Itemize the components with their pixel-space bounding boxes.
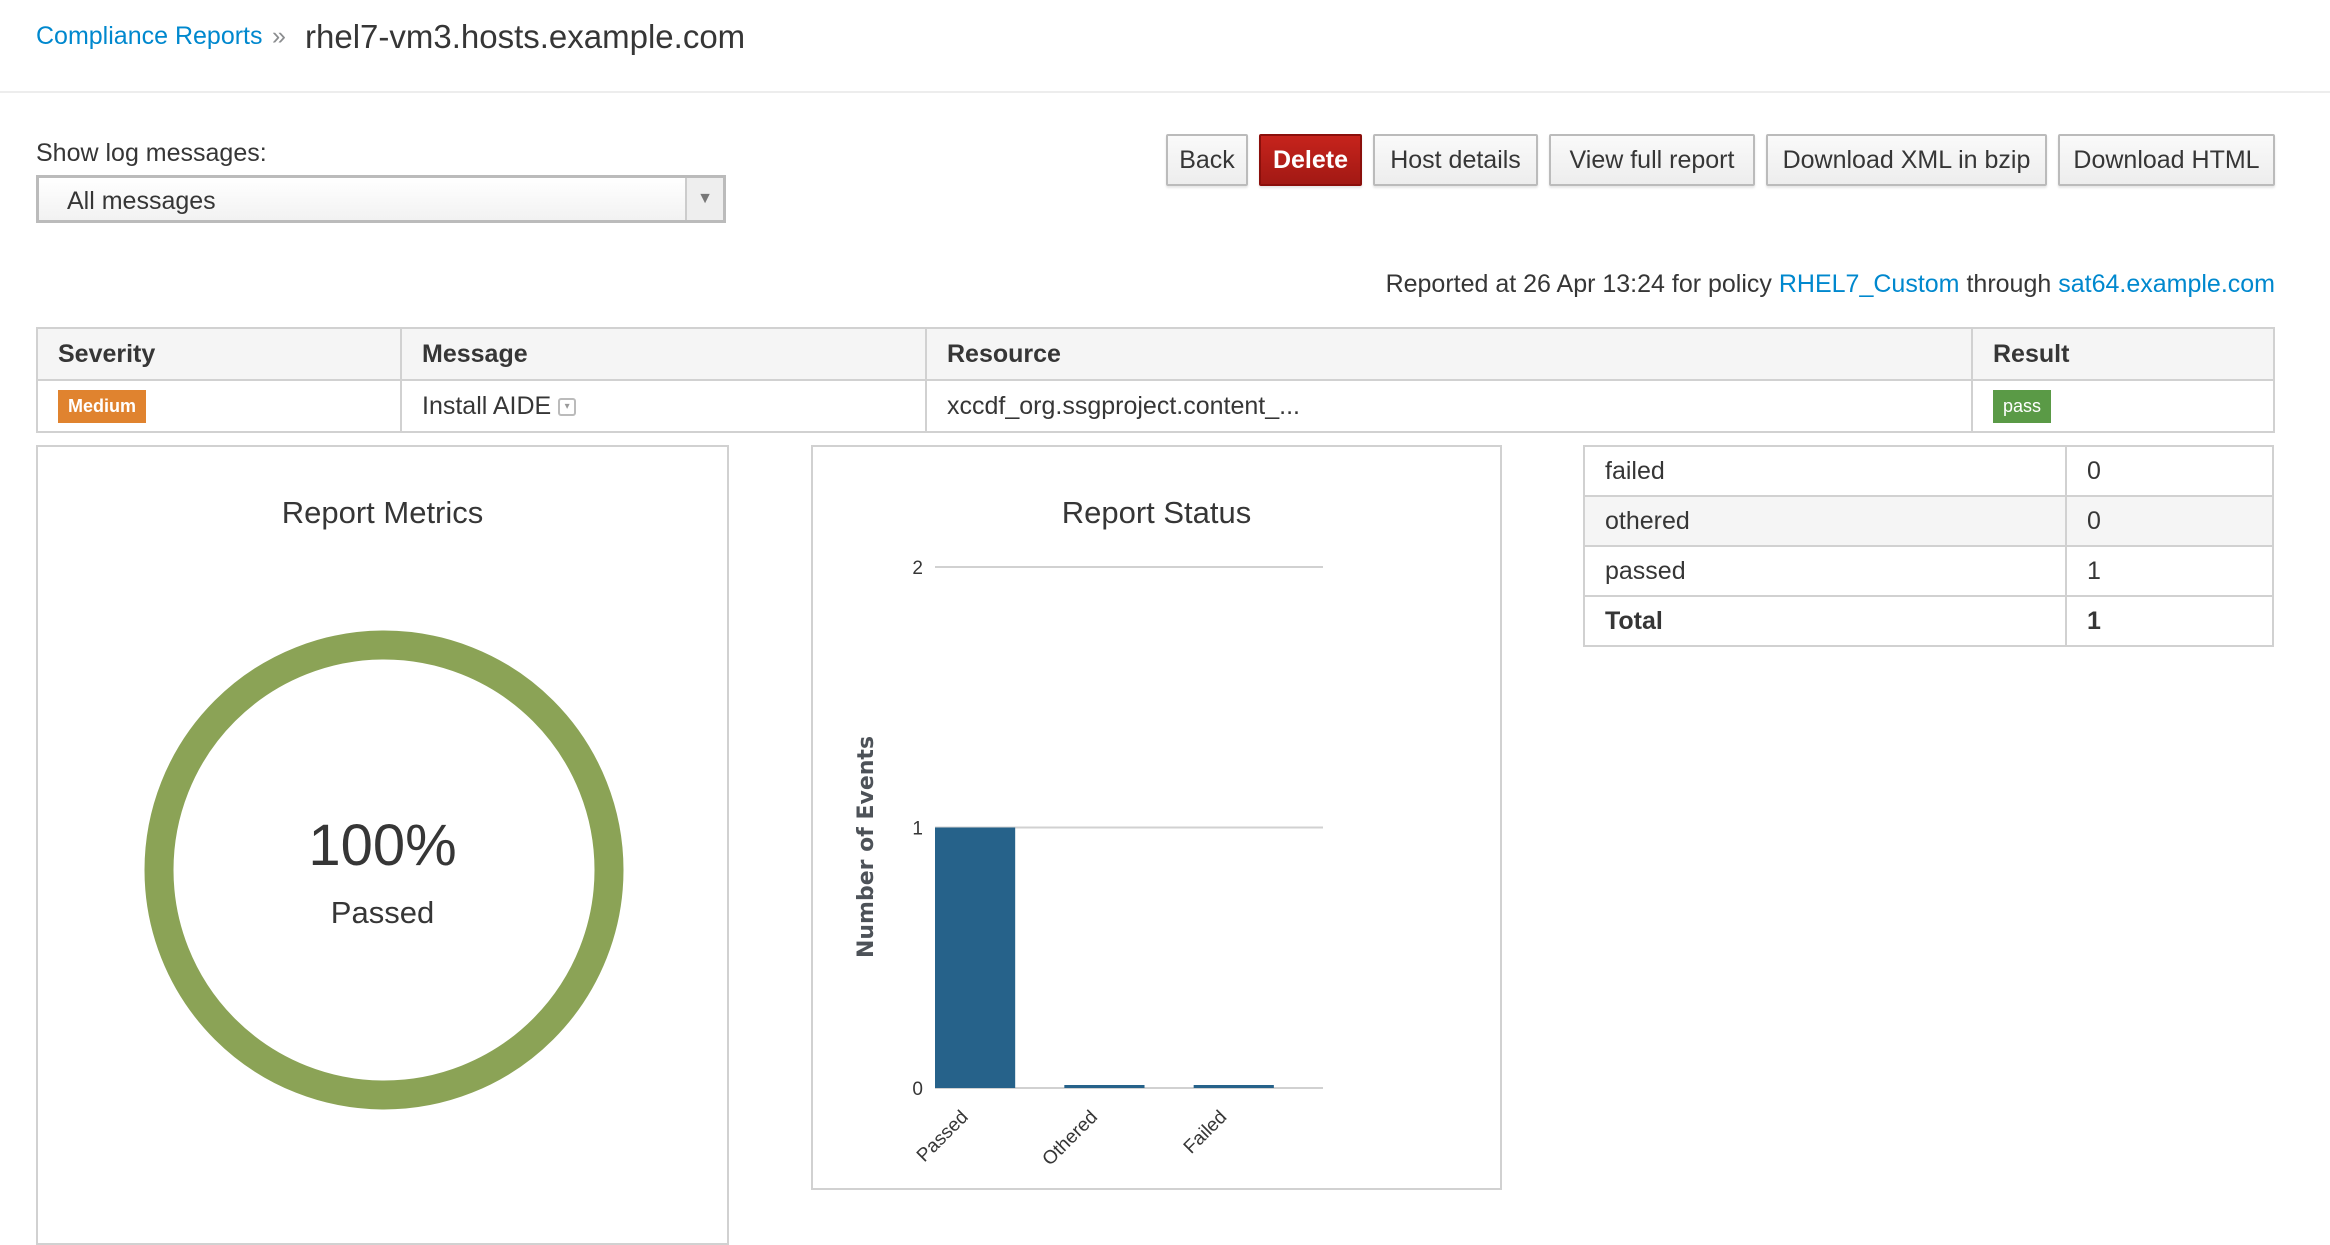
log-filter-label: Show log messages: <box>36 139 267 167</box>
report-info-prefix: Reported at 26 Apr 13:24 for policy <box>1385 270 1772 298</box>
donut-percent: 100% <box>308 813 457 878</box>
bar-passed <box>935 827 1016 1088</box>
page-title: rhel7-vm3.hosts.example.com <box>305 18 746 55</box>
table-header-row: Severity Message Resource Result <box>36 327 2275 381</box>
y-tick-label: 0 <box>912 1079 923 1100</box>
summary-row: failed 0 <box>1583 445 2274 497</box>
download-html-button[interactable]: Download HTML <box>2058 134 2275 186</box>
policy-link[interactable]: RHEL7_Custom <box>1779 270 1960 298</box>
summary-value: 1 <box>2065 545 2274 597</box>
x-tick-label: Passed <box>913 1107 973 1167</box>
table-row: Medium Install AIDE ▾ xccdf_org.ssgproje… <box>36 379 2275 433</box>
download-xml-button[interactable]: Download XML in bzip <box>1766 134 2047 186</box>
message-text: Install AIDE <box>422 391 552 420</box>
view-full-report-button[interactable]: View full report <box>1549 134 1755 186</box>
x-tick-label: Othered <box>1039 1107 1102 1170</box>
result-badge: pass <box>1993 389 2052 423</box>
host-details-button[interactable]: Host details <box>1373 134 1538 186</box>
resource-cell: xccdf_org.ssgproject.content_... <box>925 379 1973 433</box>
summary-total-value: 1 <box>2065 595 2274 647</box>
chevron-down-icon: ▼ <box>685 178 723 220</box>
header-message: Message <box>400 327 927 381</box>
back-button[interactable]: Back <box>1166 134 1248 186</box>
y-axis-label: Number of Events <box>854 736 879 958</box>
report-info: Reported at 26 Apr 13:24 for policy RHEL… <box>1386 270 2275 299</box>
severity-cell: Medium <box>36 379 402 433</box>
result-cell: pass <box>1971 379 2275 433</box>
summary-total-label: Total <box>1583 595 2067 647</box>
summary-row: othered 0 <box>1583 495 2274 547</box>
summary-table: failed 0 othered 0 passed 1 Total 1 <box>1583 445 2274 647</box>
summary-label: passed <box>1583 545 2067 597</box>
summary-label: othered <box>1583 495 2067 547</box>
header-result: Result <box>1971 327 2275 381</box>
x-tick-label: Failed <box>1180 1107 1231 1158</box>
summary-row: passed 1 <box>1583 545 2274 597</box>
log-table: Severity Message Resource Result Medium … <box>36 327 2275 433</box>
bar-chart: Number of Events 0 1 2 Passed Othered Failed <box>854 558 1323 1170</box>
summary-value: 0 <box>2065 445 2274 497</box>
summary-value: 0 <box>2065 495 2274 547</box>
y-tick-label: 2 <box>912 558 923 579</box>
report-info-through: through <box>1966 270 2052 298</box>
header-severity: Severity <box>36 327 402 381</box>
delete-button[interactable]: Delete <box>1259 134 1362 186</box>
bar-failed <box>1193 1085 1274 1088</box>
expand-icon[interactable]: ▾ <box>558 397 577 416</box>
report-status-panel: Report Status Number of Events 0 1 2 Passed… <box>811 445 1502 1190</box>
donut-label: Passed <box>330 895 435 930</box>
y-tick-label: 1 <box>912 819 923 840</box>
proxy-link[interactable]: sat64.example.com <box>2058 270 2275 298</box>
report-metrics-panel: Report Metrics 100% Passed <box>36 445 729 1245</box>
header-resource: Resource <box>925 327 1973 381</box>
header-divider <box>0 91 2330 93</box>
log-filter-select[interactable]: All messages ▼ <box>36 175 726 223</box>
breadcrumb-compliance-reports-link[interactable]: Compliance Reports <box>36 22 263 51</box>
log-filter-value: All messages <box>67 187 216 215</box>
breadcrumb-separator: » <box>272 22 286 50</box>
summary-total-row: Total 1 <box>1583 595 2274 647</box>
bar-othered <box>1064 1085 1145 1088</box>
severity-badge: Medium <box>58 389 147 423</box>
message-cell: Install AIDE ▾ <box>400 379 927 433</box>
summary-label: failed <box>1583 445 2067 497</box>
